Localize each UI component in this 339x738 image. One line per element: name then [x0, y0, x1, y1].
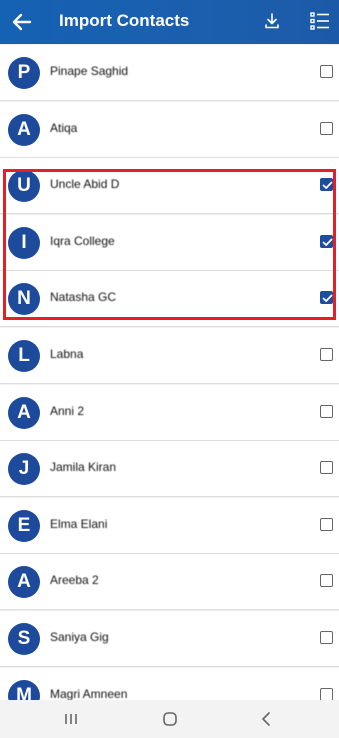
contact-name: Saniya Gig	[50, 630, 109, 644]
contact-row[interactable]: L Labna	[0, 328, 339, 383]
back-arrow-icon[interactable]	[10, 10, 34, 34]
checklist-icon[interactable]	[309, 10, 331, 32]
contact-checkbox[interactable]	[320, 687, 333, 700]
contact-avatar: J	[8, 453, 40, 486]
contact-avatar: A	[8, 566, 40, 599]
checkmark-icon	[322, 294, 333, 303]
contact-avatar: A	[8, 113, 40, 146]
back-icon[interactable]	[259, 711, 275, 727]
contact-name: Atiqa	[50, 120, 78, 135]
contact-checkbox[interactable]	[320, 348, 333, 361]
contact-list: P Pinape Saghid A Atiqa U Uncle Abid D I Iqra C…	[0, 44, 339, 700]
contact-checkbox[interactable]	[320, 121, 333, 135]
contact-checkbox[interactable]	[320, 234, 333, 248]
system-nav-bar	[0, 700, 339, 738]
contact-checkbox[interactable]	[320, 291, 333, 305]
contact-avatar: I	[8, 226, 40, 259]
contact-name: Natasha GC	[50, 290, 117, 305]
contact-checkbox[interactable]	[320, 65, 333, 78]
contact-name: Magri Amneen	[50, 686, 128, 700]
contact-name: Iqra College	[50, 233, 115, 248]
contact-avatar: N	[8, 283, 40, 316]
contact-row[interactable]: A Atiqa	[0, 101, 339, 157]
contact-row[interactable]: E Elma Elani	[0, 497, 339, 553]
contact-row[interactable]: S Saniya Gig	[0, 611, 339, 666]
contact-checkbox[interactable]	[320, 631, 333, 644]
contact-avatar: U	[8, 170, 40, 203]
app-bar: Import Contacts	[0, 0, 339, 44]
contact-avatar: A	[8, 396, 40, 429]
contact-avatar: M	[8, 679, 40, 700]
contact-row[interactable]: U Uncle Abid D	[0, 158, 339, 214]
contact-name: Pinape Saghid	[50, 64, 129, 78]
recent-apps-icon[interactable]	[63, 711, 79, 727]
contact-avatar: S	[8, 623, 40, 655]
download-icon[interactable]	[262, 11, 282, 31]
contact-checkbox[interactable]	[320, 404, 333, 418]
contact-row[interactable]: M Magri Amneen	[0, 667, 339, 700]
contact-row[interactable]: J Jamila Kiran	[0, 441, 339, 497]
contact-name: Anni 2	[50, 403, 85, 418]
contact-row[interactable]: N Natasha GC	[0, 271, 339, 327]
checkmark-icon	[322, 181, 333, 190]
contact-checkbox[interactable]	[320, 461, 333, 475]
contact-avatar: L	[8, 340, 40, 372]
contact-name: Labna	[50, 347, 84, 361]
contact-checkbox[interactable]	[320, 178, 333, 192]
contact-name: Uncle Abid D	[50, 177, 120, 192]
home-icon[interactable]	[162, 711, 178, 727]
checkmark-icon	[322, 238, 333, 246]
contact-row[interactable]: A Anni 2	[0, 384, 339, 440]
contact-row[interactable]: I Iqra College	[0, 214, 339, 270]
contact-row[interactable]: P Pinape Saghid	[0, 45, 339, 100]
contact-row[interactable]: A Areeba 2	[0, 554, 339, 610]
contact-name: Areeba 2	[50, 573, 99, 588]
contact-name: Elma Elani	[50, 516, 108, 531]
contact-checkbox[interactable]	[320, 517, 333, 531]
contact-avatar: P	[8, 57, 40, 89]
contact-checkbox[interactable]	[320, 574, 333, 588]
page-title: Import Contacts	[59, 11, 190, 30]
contact-name: Jamila Kiran	[50, 460, 117, 475]
contact-avatar: E	[8, 509, 40, 542]
